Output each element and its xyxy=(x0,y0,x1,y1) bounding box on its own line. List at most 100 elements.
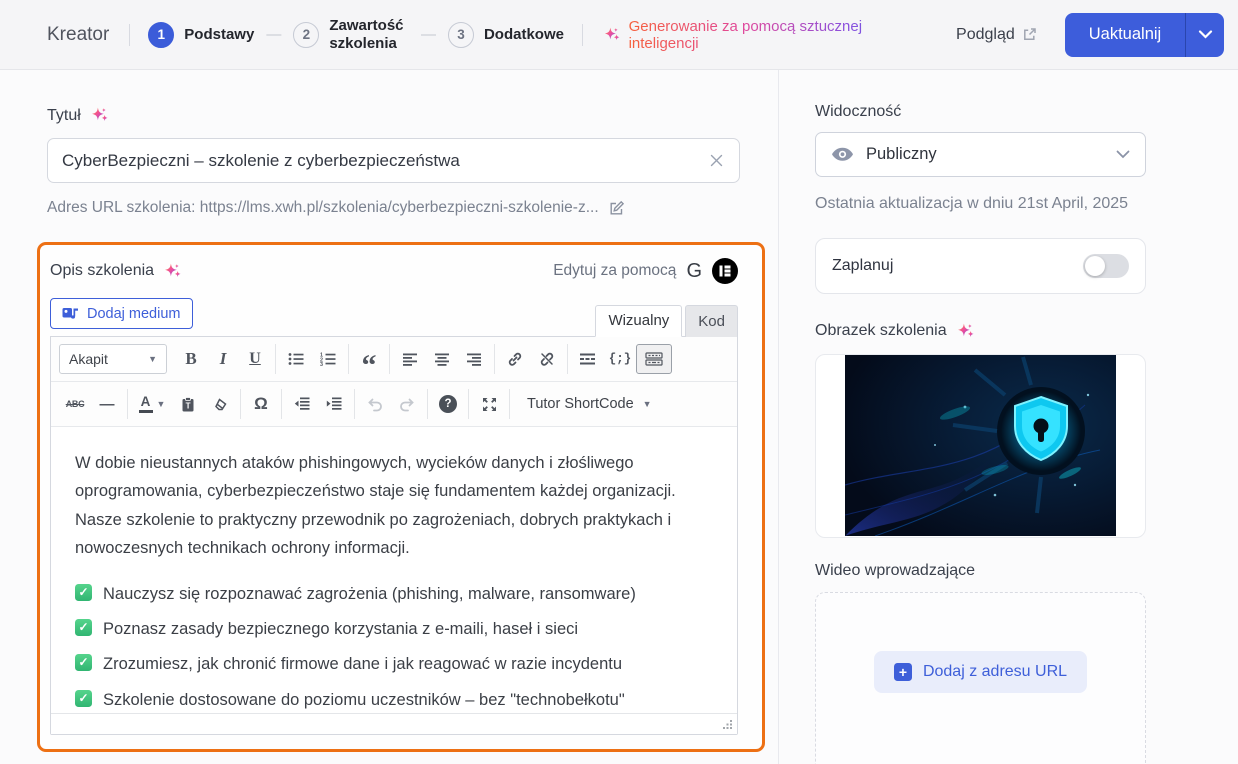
course-builder-app: Kreator 1 Podstawy — 2 Zawartość szkolen… xyxy=(0,0,1238,764)
read-more-icon[interactable] xyxy=(572,344,604,374)
title-input[interactable]: CyberBezpieczni – szkolenie z cyberbezpi… xyxy=(47,138,740,183)
course-url-text: Adres URL szkolenia: https://lms.xwh.pl/… xyxy=(47,199,599,216)
svg-text:3: 3 xyxy=(320,362,323,366)
toolbar-toggle-icon[interactable] xyxy=(636,344,672,374)
clear-title-icon[interactable] xyxy=(708,152,725,169)
green-check-icon xyxy=(75,654,92,672)
elementor-icon[interactable] xyxy=(712,258,738,284)
bold-button[interactable]: B xyxy=(175,344,207,374)
schedule-label: Zaplanuj xyxy=(832,256,894,274)
special-character-icon[interactable]: Ω xyxy=(245,389,277,419)
description-field-label: Opis szkolenia xyxy=(50,262,182,281)
toggle-knob xyxy=(1085,255,1105,276)
divider xyxy=(129,23,131,46)
insert-link-icon[interactable] xyxy=(499,344,531,374)
course-image-label-row: Obrazek szkolenia xyxy=(815,322,1238,341)
course-image-card[interactable] xyxy=(815,353,1146,538)
ai-sparkle-icon[interactable] xyxy=(163,262,182,281)
checklist-item: Poznasz zasady bezpiecznego korzystania … xyxy=(75,615,713,643)
fullscreen-icon[interactable] xyxy=(473,389,505,419)
description-checklist: Nauczysz się rozpoznawać zagrożenia (phi… xyxy=(75,580,713,714)
paragraph-style-select[interactable]: Akapit ▼ xyxy=(59,344,167,374)
description-paragraph: W dobie nieustannych ataków phishingowyc… xyxy=(75,454,676,558)
step-podstawy[interactable]: 1 Podstawy xyxy=(148,21,255,48)
text-color-icon[interactable]: A ▼ xyxy=(132,389,172,419)
step-number-3: 3 xyxy=(447,21,474,48)
course-thumbnail-cybersecurity-image xyxy=(845,355,1116,537)
add-media-button[interactable]: Dodaj medium xyxy=(50,298,193,329)
generate-with-ai-button[interactable]: Generowanie za pomocą sztucznej intelige… xyxy=(603,18,930,52)
preview-button[interactable]: Podgląd xyxy=(956,26,1037,44)
checklist-item-text: Poznasz zasady bezpiecznego korzystania … xyxy=(103,619,579,638)
editor-toolbar-row2: ABC — A ▼ T Ω ? Tutor ShortCode ▼ xyxy=(51,382,737,427)
step-dodatkowe[interactable]: 3 Dodatkowe xyxy=(447,21,564,48)
tutor-shortcode-label: Tutor ShortCode xyxy=(527,396,634,412)
italic-button[interactable]: I xyxy=(207,344,239,374)
course-image-label: Obrazek szkolenia xyxy=(815,322,947,340)
editor-statusbar xyxy=(51,713,737,734)
tutor-shortcode-select[interactable]: Tutor ShortCode ▼ xyxy=(514,389,665,419)
ai-sparkle-icon[interactable] xyxy=(90,106,109,125)
redo-icon[interactable] xyxy=(391,389,423,419)
blockquote-icon[interactable]: “ xyxy=(353,344,385,381)
external-link-icon xyxy=(1023,28,1036,40)
add-media-icon xyxy=(62,308,78,319)
step-separator: — xyxy=(266,26,282,43)
shortcode-icon[interactable]: {;} xyxy=(604,344,636,374)
clear-formatting-icon[interactable] xyxy=(204,389,236,419)
horizontal-rule-icon[interactable]: — xyxy=(91,389,123,419)
title-value: CyberBezpieczni – szkolenie z cyberbezpi… xyxy=(62,150,460,170)
undo-icon[interactable] xyxy=(359,389,391,419)
numbered-list-icon[interactable]: 123 xyxy=(312,344,344,374)
outdent-icon[interactable] xyxy=(286,389,318,419)
wysiwyg-editor: Akapit ▼ B I U 123 “ {;} ABC — A ▼ T Ω ?… xyxy=(50,336,738,735)
visibility-select[interactable]: Publiczny xyxy=(815,132,1146,177)
step-label-1: Podstawy xyxy=(184,25,255,43)
tab-visual[interactable]: Wizualny xyxy=(595,305,683,337)
tab-code[interactable]: Kod xyxy=(685,305,738,337)
caret-down-icon: ▼ xyxy=(642,398,652,409)
svg-text:T: T xyxy=(186,401,191,410)
ai-sparkle-icon xyxy=(604,27,620,40)
intro-video-label: Wideo wprowadzające xyxy=(815,561,976,579)
edit-with-row: Edytuj za pomocą G xyxy=(553,258,738,284)
chevron-down-icon xyxy=(1116,150,1130,159)
add-media-label: Dodaj medium xyxy=(87,305,181,322)
align-right-icon[interactable] xyxy=(458,344,490,374)
edit-url-icon[interactable] xyxy=(608,200,625,217)
ai-sparkle-icon[interactable] xyxy=(956,322,975,341)
underline-button[interactable]: U xyxy=(239,344,271,374)
align-center-icon[interactable] xyxy=(426,344,458,374)
remove-link-icon[interactable] xyxy=(531,344,563,374)
editor-content-area[interactable]: W dobie nieustannych ataków phishingowyc… xyxy=(51,427,737,713)
eye-icon xyxy=(832,147,853,161)
step-label-3: Dodatkowe xyxy=(483,25,564,43)
topbar: Kreator 1 Podstawy — 2 Zawartość szkolen… xyxy=(0,0,1238,70)
step-separator: — xyxy=(420,26,436,43)
paste-as-text-icon[interactable]: T xyxy=(172,389,204,419)
plus-icon: + xyxy=(893,662,912,681)
help-icon[interactable]: ? xyxy=(432,389,464,419)
chevron-down-icon xyxy=(1198,30,1212,39)
resize-grip-icon[interactable] xyxy=(722,719,733,730)
steps-nav: 1 Podstawy — 2 Zawartość szkolenia — 3 D… xyxy=(148,17,564,53)
checklist-item-text: Nauczysz się rozpoznawać zagrożenia (phi… xyxy=(103,584,636,603)
description-label: Opis szkolenia xyxy=(50,262,155,279)
update-button[interactable]: Uaktualnij xyxy=(1064,12,1186,57)
green-check-icon xyxy=(75,583,92,601)
gutenberg-icon[interactable]: G xyxy=(686,261,702,281)
add-from-url-button[interactable]: + Dodaj z adresu URL xyxy=(873,650,1088,693)
bullet-list-icon[interactable] xyxy=(280,344,312,374)
align-left-icon[interactable] xyxy=(394,344,426,374)
title-field-label: Tytuł xyxy=(47,106,778,125)
update-dropdown-button[interactable] xyxy=(1185,12,1225,57)
strikethrough-icon[interactable]: ABC xyxy=(59,389,91,419)
schedule-toggle[interactable] xyxy=(1083,253,1129,278)
edit-with-label: Edytuj za pomocą xyxy=(553,262,677,279)
intro-video-dropzone[interactable]: + Dodaj z adresu URL xyxy=(815,591,1146,764)
settings-sidebar: Widoczność Publiczny Ostatnia aktualizac… xyxy=(778,70,1238,764)
step-zawartosc-szkolenia[interactable]: 2 Zawartość szkolenia xyxy=(293,17,409,53)
editor-mode-tabs: Wizualny Kod xyxy=(595,305,738,337)
indent-icon[interactable] xyxy=(318,389,350,419)
update-split-button: Uaktualnij xyxy=(1064,12,1225,57)
